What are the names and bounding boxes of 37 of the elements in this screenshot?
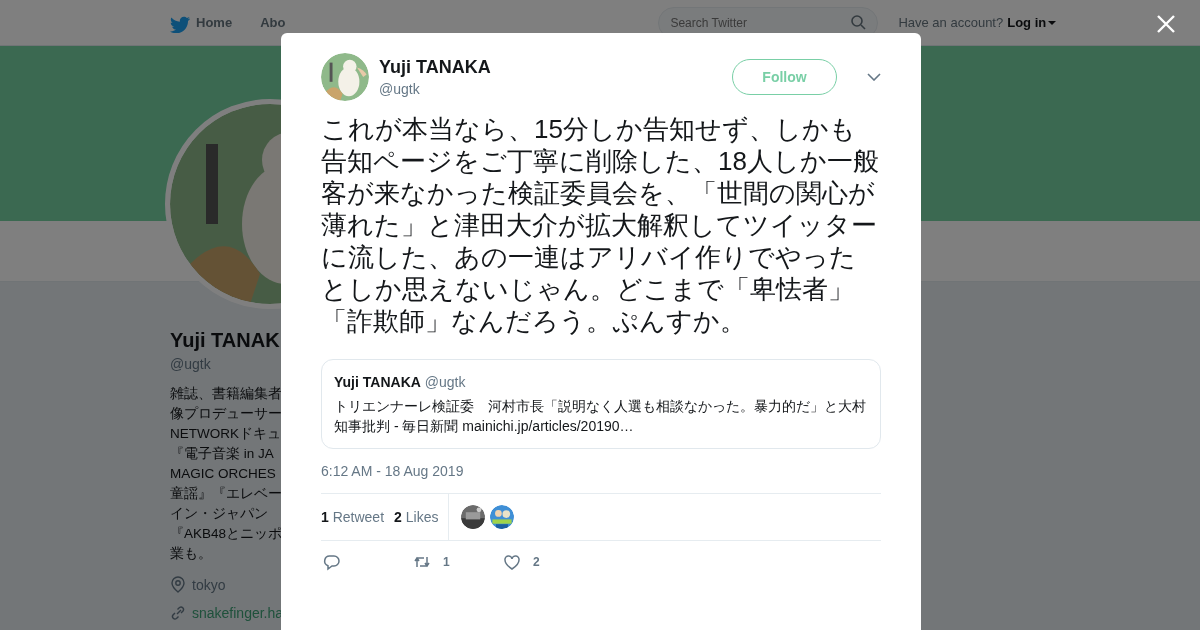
like-button[interactable]: 2	[501, 553, 591, 571]
author-handle: @ugtk	[379, 81, 421, 97]
bio-line: MAGIC ORCHES	[170, 465, 276, 483]
stat-link[interactable]: 1 Retweet	[321, 509, 385, 525]
stat-link[interactable]: 2 Likes	[394, 509, 439, 525]
profile-location: tokyo	[192, 576, 226, 593]
account-prompt: Have an account?	[898, 15, 1004, 30]
reply-icon	[323, 553, 341, 571]
bio-line: 『電子音楽 in JA	[170, 445, 274, 463]
nav-link[interactable]: Home	[170, 12, 233, 33]
chevron-down-icon	[867, 73, 881, 81]
quoted-tweet-text: トリエンナーレ検証委 河村市長「説明なく人選も相談なかった。暴力的だ」と大村知事批判 - 毎日新聞 mainichi.jp/articles/20190…	[334, 397, 867, 436]
search-icon	[851, 14, 867, 30]
tweet-timestamp: 6:12 AM - 18 Aug 2019	[321, 463, 881, 494]
close-icon	[1156, 14, 1176, 34]
caret-icon	[1048, 20, 1057, 25]
close-button[interactable]	[1156, 14, 1176, 34]
bio-line: 雑誌、書籍編集者	[170, 385, 282, 403]
profile-name: Yuji TANAK	[170, 329, 281, 352]
link-icon	[170, 605, 186, 621]
nav-link[interactable]: Abo	[260, 15, 286, 30]
bio-line: NETWORKドキュ	[170, 425, 281, 443]
quoted-tweet-card[interactable]: Yuji TANAKA @ugtk トリエンナーレ検証委 河村市長「説明なく人選も相談なかった。暴力的だ」と大村知事批判 - 毎日新聞 mainichi.jp/articles/20190…	[321, 359, 881, 449]
bio-line: 『AKB48とニッポ	[170, 525, 283, 543]
bio-line: 童謡』『エレベー	[170, 485, 282, 503]
author-name: Yuji TANAKA	[379, 57, 492, 78]
bio-line: イン・ジャパン	[170, 505, 268, 523]
retweet-button[interactable]: 1	[411, 553, 501, 571]
bio-line: 業も。	[170, 545, 212, 563]
profile-handle: @ugtk	[170, 356, 212, 372]
tweet-text: これが本当なら、15分しか告知せず、しかも告知ページをご丁寧に削除した、18人しか一般客が来なかった検証委員会を、「世間の関心が薄れた」と津田大介が拡大解釈してツイッターに流した、あの一連はアリバイ作りでやったとしか思えないじゃん。どこまで「卑怯者」「詐欺師」なんだろう。ぷんすか。	[321, 113, 880, 337]
bio-line: 像プロデューサー	[170, 405, 282, 423]
quoted-author-name: Yuji TANAKA	[334, 374, 421, 390]
quoted-author-handle: @ugtk	[424, 374, 466, 390]
heart-icon	[503, 553, 521, 571]
location-pin-icon	[170, 576, 186, 593]
login-link[interactable]: Log in	[1007, 15, 1057, 30]
